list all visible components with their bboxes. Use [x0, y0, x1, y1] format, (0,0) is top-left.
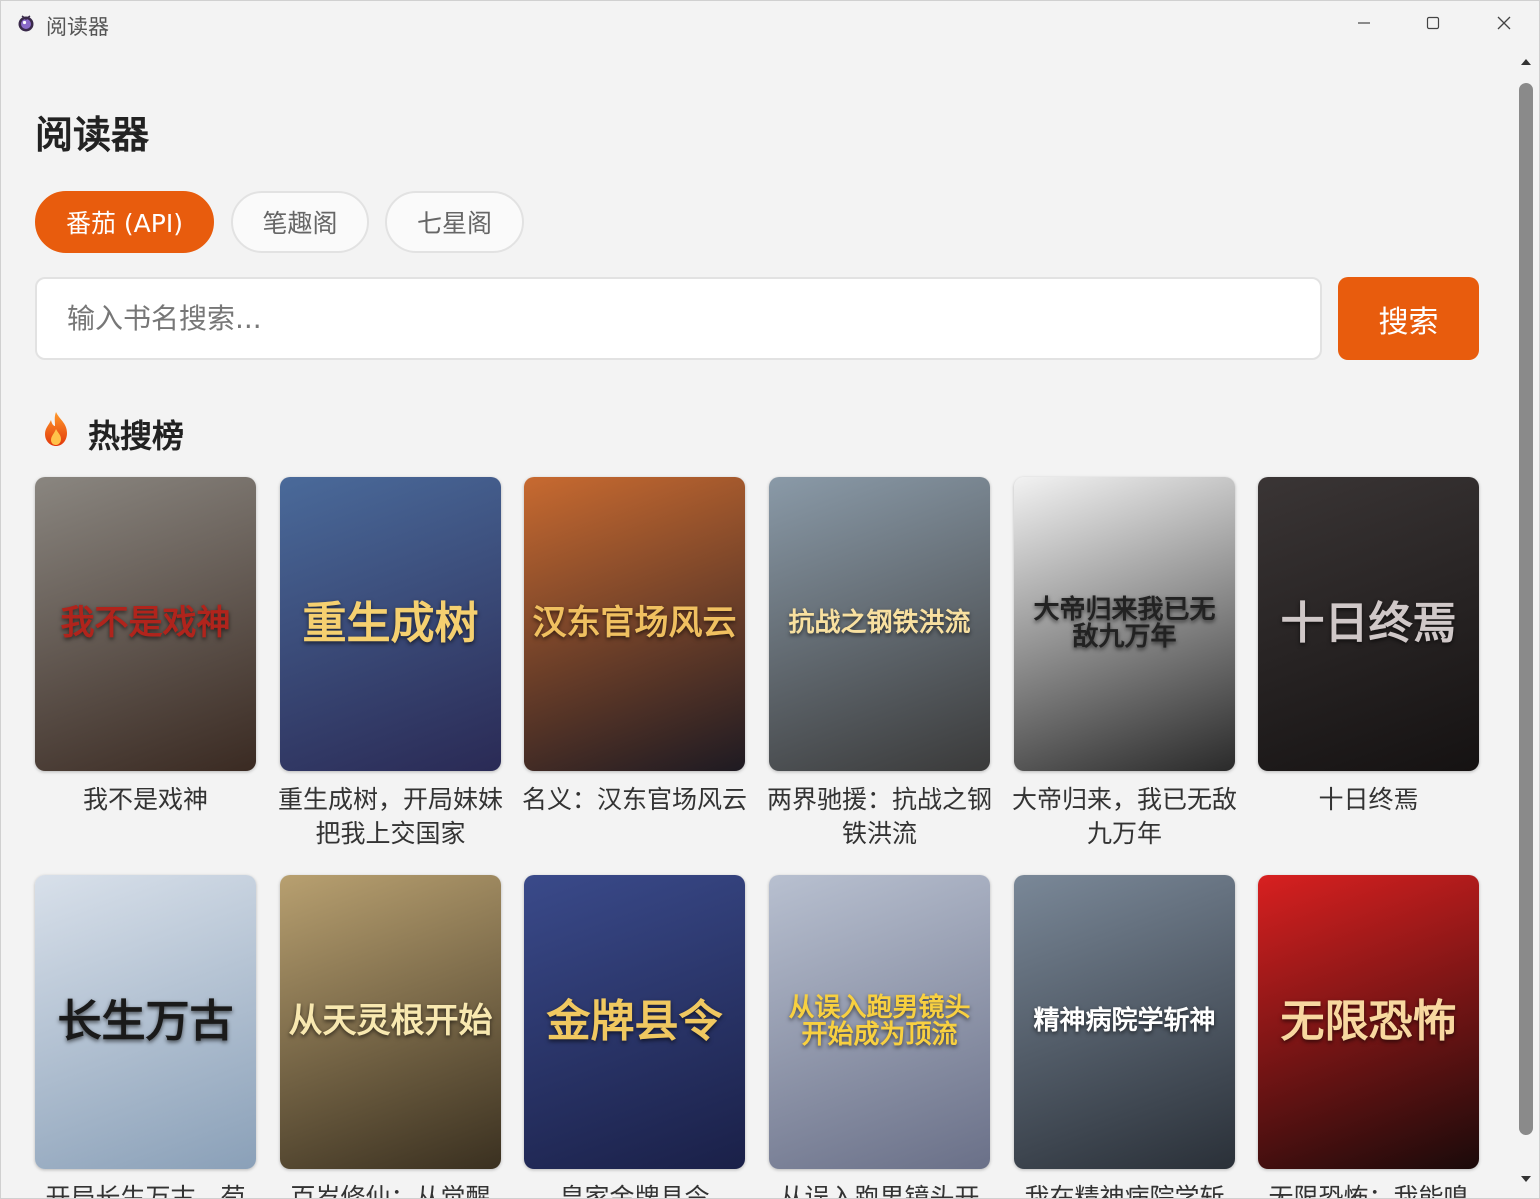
- book-cover-title: 从误入跑男镜头开始成为顶流: [788, 992, 971, 1050]
- fire-icon: [45, 412, 67, 446]
- book-cover-art: 大帝归来我已无敌九万年: [1014, 477, 1235, 771]
- scroll-down-arrow-icon[interactable]: [1519, 1172, 1533, 1186]
- book-cover-art: 精神病院学斩神: [1014, 875, 1235, 1169]
- book-cover[interactable]: 长生万古: [35, 875, 256, 1169]
- book-cover[interactable]: 精神病院学斩神: [1014, 875, 1235, 1169]
- minimize-icon: [1358, 22, 1370, 24]
- book-cover-art: 抗战之钢铁洪流: [769, 477, 990, 771]
- app-logo-icon: [18, 15, 34, 32]
- page-title: 阅读器: [35, 113, 150, 157]
- book-cover-art: 重生成树: [280, 477, 501, 771]
- book-cover-art: 十日终焉: [1258, 477, 1479, 771]
- book-cover-art: 无限恐怖: [1258, 875, 1479, 1169]
- book-cover[interactable]: 重生成树: [280, 477, 501, 771]
- book-cover-title: 金牌县令: [546, 995, 723, 1047]
- tab-qixingge[interactable]: 七星阁: [385, 191, 524, 253]
- book-cover-title: 从天灵根开始: [288, 1001, 493, 1042]
- maximize-icon: [1426, 16, 1440, 30]
- search-field[interactable]: [35, 277, 1322, 360]
- tab-biquge[interactable]: 笔趣阁: [231, 191, 369, 253]
- book-title[interactable]: 重生成树，开局妹妹把我上交国家: [276, 783, 505, 851]
- close-button[interactable]: [1469, 1, 1539, 45]
- maximize-button[interactable]: [1398, 1, 1468, 45]
- book-cover[interactable]: 大帝归来我已无敌九万年: [1014, 477, 1235, 771]
- book-cover[interactable]: 无限恐怖: [1258, 875, 1479, 1169]
- book-cover-title: 我不是戏神: [60, 603, 231, 644]
- book-title[interactable]: 大帝归来，我已无敌九万年: [1010, 783, 1239, 851]
- book-cover-title: 十日终焉: [1280, 597, 1457, 649]
- book-cover[interactable]: 抗战之钢铁洪流: [769, 477, 990, 771]
- book-title[interactable]: 我不是戏神: [31, 783, 260, 817]
- book-title[interactable]: 百岁修仙：从觉醒: [276, 1181, 505, 1198]
- book-cover-title: 重生成树: [302, 597, 479, 649]
- book-cover-title: 汉东官场风云: [532, 603, 737, 644]
- scrollbar-thumb[interactable]: [1519, 83, 1533, 1135]
- book-cover[interactable]: 金牌县令: [524, 875, 745, 1169]
- search-input[interactable]: [67, 302, 1320, 335]
- vertical-scrollbar[interactable]: [1513, 45, 1539, 1198]
- close-icon: [1497, 16, 1511, 30]
- book-title[interactable]: 名义：汉东官场风云: [520, 783, 749, 817]
- book-title[interactable]: 无限恐怖：我能嗅: [1254, 1181, 1483, 1198]
- book-cover-title: 长生万古: [57, 995, 234, 1047]
- book-title[interactable]: 从误入跑男镜头开: [765, 1181, 994, 1198]
- book-cover[interactable]: 十日终焉: [1258, 477, 1479, 771]
- book-cover[interactable]: 汉东官场风云: [524, 477, 745, 771]
- book-title[interactable]: 两界驰援：抗战之钢铁洪流: [765, 783, 994, 851]
- book-title[interactable]: 十日终焉: [1254, 783, 1483, 817]
- book-cover-title: 大帝归来我已无敌九万年: [1033, 594, 1216, 652]
- book-cover-art: 金牌县令: [524, 875, 745, 1169]
- book-cover-art: 我不是戏神: [35, 477, 256, 771]
- window-title: 阅读器: [46, 15, 109, 39]
- book-cover-title: 无限恐怖: [1280, 995, 1457, 1047]
- scroll-up-arrow-icon[interactable]: [1519, 55, 1533, 69]
- book-cover-art: 汉东官场风云: [524, 477, 745, 771]
- book-cover-art: 从误入跑男镜头开始成为顶流: [769, 875, 990, 1169]
- minimize-button[interactable]: [1329, 1, 1399, 45]
- book-cover[interactable]: 我不是戏神: [35, 477, 256, 771]
- app-window: 阅读器 阅读器 番茄 (API) 笔趣阁 七星阁 搜索: [0, 0, 1540, 1199]
- search-button[interactable]: 搜索: [1338, 277, 1479, 360]
- book-cover-title: 精神病院学斩神: [1033, 1006, 1216, 1037]
- book-title[interactable]: 皇家金牌县令: [520, 1181, 749, 1198]
- book-cover[interactable]: 从天灵根开始: [280, 875, 501, 1169]
- tab-fanqie-api[interactable]: 番茄 (API): [35, 191, 214, 253]
- book-cover-art: 从天灵根开始: [280, 875, 501, 1169]
- title-bar: 阅读器: [1, 1, 1539, 45]
- book-title[interactable]: 开局长生万古，苟: [31, 1181, 260, 1198]
- book-cover-title: 抗战之钢铁洪流: [788, 608, 971, 639]
- book-title[interactable]: 我在精神病院学斩: [1010, 1181, 1239, 1198]
- book-cover[interactable]: 从误入跑男镜头开始成为顶流: [769, 875, 990, 1169]
- book-cover-art: 长生万古: [35, 875, 256, 1169]
- hot-list-title: 热搜榜: [88, 417, 185, 455]
